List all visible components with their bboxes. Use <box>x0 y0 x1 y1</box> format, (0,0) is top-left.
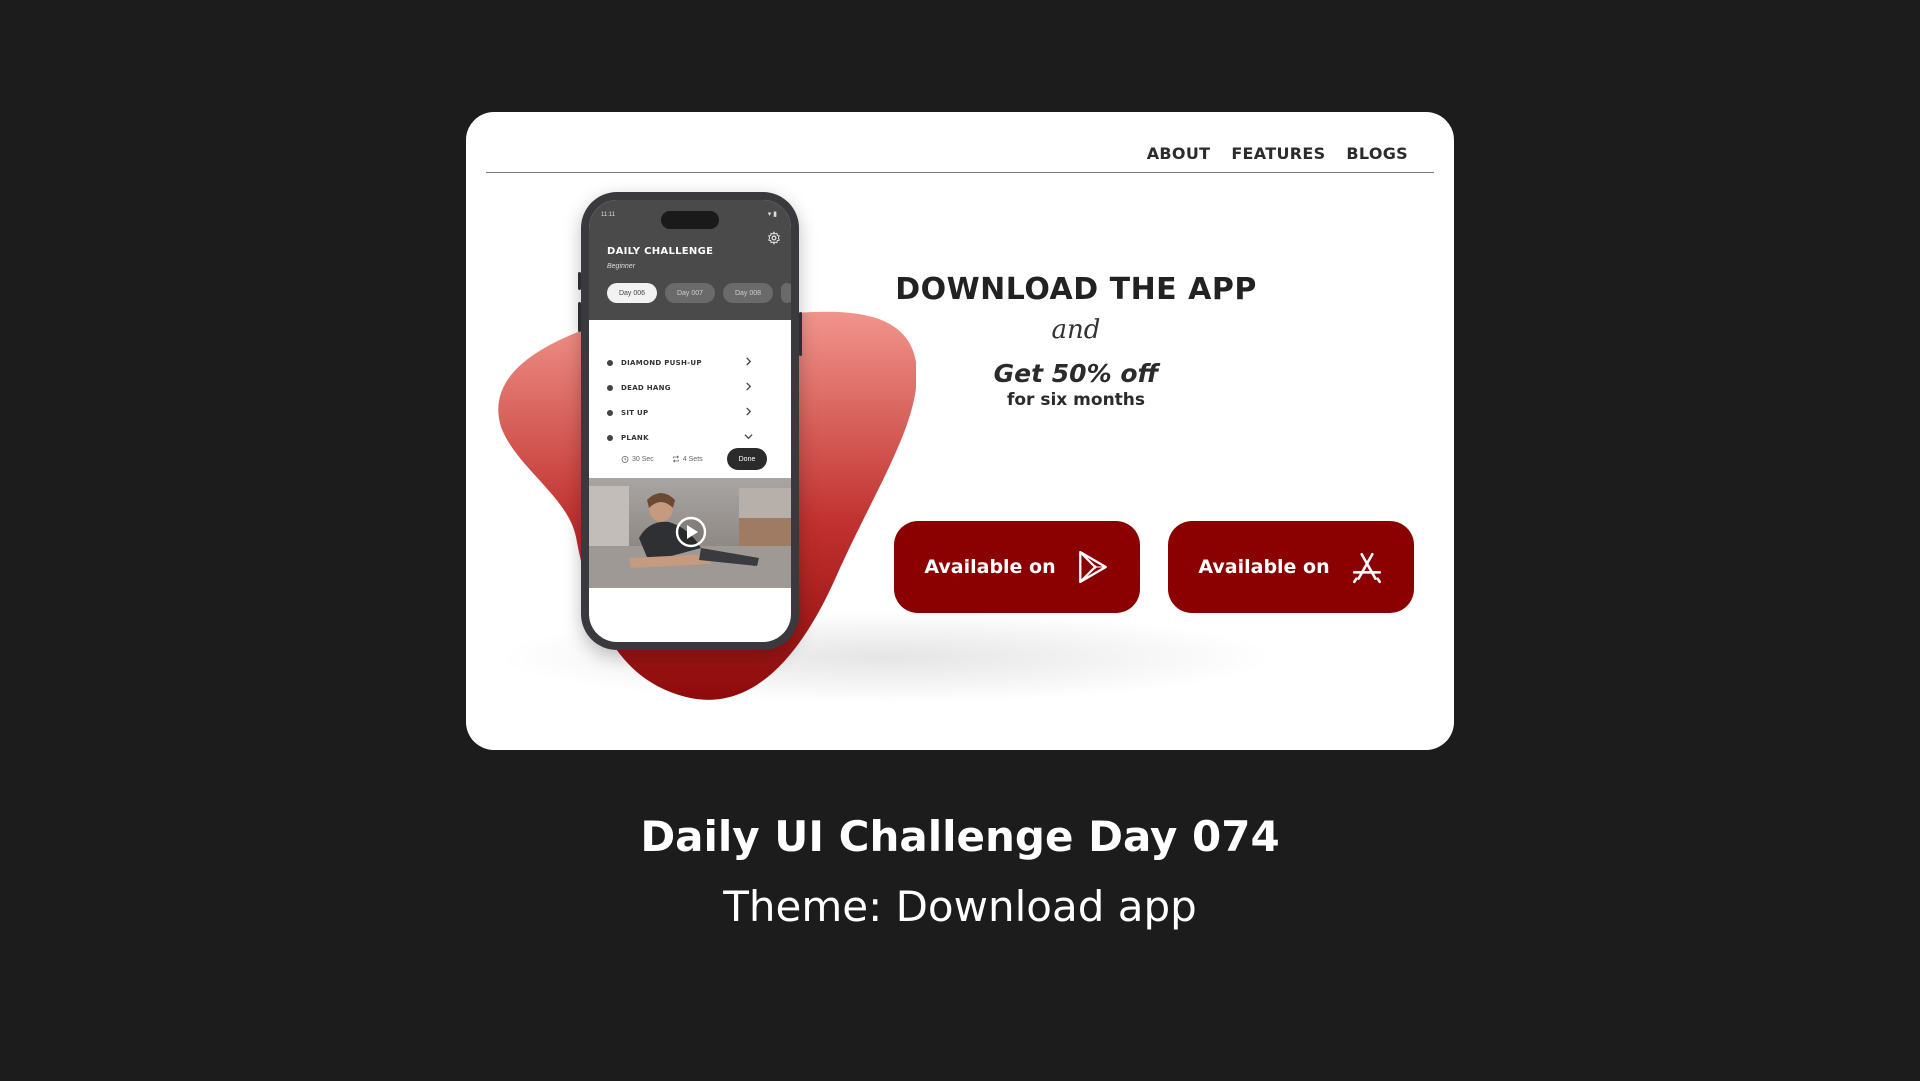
challenge-caption-title: Daily UI Challenge Day 074 <box>640 812 1280 861</box>
bullet-icon <box>607 359 613 366</box>
phone-mockup: 11:11 ▾ ▮ DAILY CHALLENGE Beginner Day 0… <box>578 192 802 650</box>
offer-headline: Get 50% off <box>993 359 1159 388</box>
dynamic-island <box>661 211 719 229</box>
offer-duration: for six months <box>1006 390 1146 410</box>
nav-divider <box>486 172 1434 173</box>
chevron-right-icon <box>746 357 752 366</box>
repeat-icon <box>672 455 679 463</box>
list-item[interactable]: PLANK <box>607 425 779 450</box>
duration-label: 30 Sec <box>632 455 654 463</box>
challenge-title: DAILY CHALLENGE <box>607 246 714 257</box>
chevron-right-icon <box>746 382 752 391</box>
bullet-icon <box>607 434 613 441</box>
plank-sets: 4 Sets <box>672 455 703 463</box>
exercise-list: DIAMOND PUSH-UP DEAD HANG SIT UP PLANK <box>607 350 779 450</box>
gear-icon[interactable] <box>767 231 781 245</box>
exercise-label: SIT UP <box>621 408 649 417</box>
google-play-icon <box>1078 550 1107 584</box>
exercise-label: DEAD HANG <box>621 383 671 392</box>
day-tabs: Day 006 Day 007 Day 008 <box>607 283 791 303</box>
sets-label: 4 Sets <box>682 455 703 463</box>
chevron-down-icon <box>744 434 753 440</box>
workout-video-thumbnail[interactable] <box>589 478 791 588</box>
plank-details: 30 Sec 4 Sets Done <box>621 448 779 470</box>
nav-about-link[interactable]: ABOUT <box>1147 144 1211 163</box>
download-app-card: ABOUT FEATURES BLOGS 11:11 ▾ ▮ DAILY CHA… <box>466 112 1454 750</box>
timer-icon <box>621 455 629 463</box>
app-store-button[interactable]: Available on <box>1168 521 1414 613</box>
plank-duration: 30 Sec <box>621 455 654 463</box>
tab-day-008[interactable]: Day 008 <box>723 283 773 303</box>
challenge-header: 11:11 ▾ ▮ DAILY CHALLENGE Beginner Day 0… <box>589 200 791 320</box>
chevron-right-icon <box>746 407 752 416</box>
tab-day-007[interactable]: Day 007 <box>665 283 715 303</box>
app-store-icon <box>1352 552 1381 584</box>
list-item[interactable]: DIAMOND PUSH-UP <box>607 350 779 375</box>
list-item[interactable]: DEAD HANG <box>607 375 779 400</box>
done-button[interactable]: Done <box>727 448 767 470</box>
nav-features-link[interactable]: FEATURES <box>1231 144 1325 163</box>
tab-day-next[interactable] <box>781 283 791 303</box>
level-label: Beginner <box>607 263 636 270</box>
exercise-label: PLANK <box>621 433 649 442</box>
phone-screen: 11:11 ▾ ▮ DAILY CHALLENGE Beginner Day 0… <box>589 200 791 642</box>
bullet-icon <box>607 409 613 416</box>
google-play-button[interactable]: Available on <box>894 521 1140 613</box>
google-play-label: Available on <box>924 556 1056 578</box>
top-nav: ABOUT FEATURES BLOGS <box>1147 144 1408 163</box>
status-icons: ▾ ▮ <box>767 211 777 218</box>
hero-text: DOWNLOAD THE APP and Get 50% off for six… <box>895 272 1256 410</box>
bullet-icon <box>607 384 613 391</box>
app-store-label: Available on <box>1198 556 1330 578</box>
status-time: 11:11 <box>601 212 616 218</box>
nav-blogs-link[interactable]: BLOGS <box>1346 144 1408 163</box>
tab-day-006[interactable]: Day 006 <box>607 283 657 303</box>
hero-title: DOWNLOAD THE APP <box>895 272 1257 307</box>
hero-and: and <box>1051 315 1101 345</box>
list-item[interactable]: SIT UP <box>607 400 779 425</box>
exercise-label: DIAMOND PUSH-UP <box>621 358 702 367</box>
challenge-caption-subtitle: Theme: Download app <box>723 882 1197 931</box>
